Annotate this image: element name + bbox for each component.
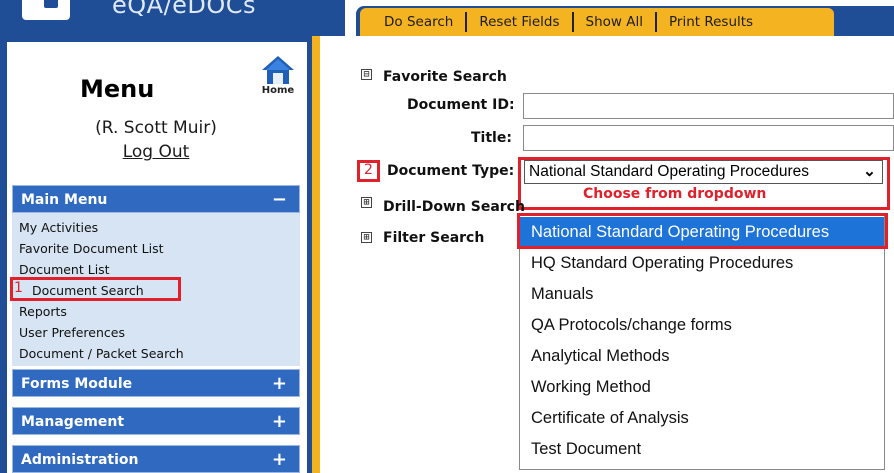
reset-fields-button[interactable]: Reset Fields [467, 12, 574, 32]
menu-item-user-preferences[interactable]: User Preferences [12, 322, 300, 343]
section-management[interactable]: Management + [12, 407, 300, 435]
toolbar: Do Search Reset Fields Show All Print Re… [360, 8, 834, 36]
menu-item-document-packet-search[interactable]: Document / Packet Search [12, 343, 300, 364]
dropdown-option[interactable]: Certificate of Analysis [520, 403, 884, 433]
favorite-search-label: Favorite Search [383, 69, 507, 85]
document-type-label: Document Type: [387, 163, 515, 179]
section-main-menu[interactable]: Main Menu − [12, 185, 300, 213]
section-label: Forms Module [21, 376, 133, 392]
menu-item-favorite-document-list[interactable]: Favorite Document List [12, 238, 300, 259]
top-banner: eQA/eDOCs [0, 0, 345, 36]
document-id-field[interactable] [523, 93, 894, 119]
pane-divider[interactable] [312, 36, 320, 473]
expand-icon: + [271, 411, 287, 432]
dropdown-option[interactable]: Working Method [520, 372, 884, 402]
collapse-icon[interactable]: ⊟ [361, 69, 372, 80]
document-id-label: Document ID: [407, 97, 515, 113]
section-forms-module[interactable]: Forms Module + [12, 369, 300, 397]
expand-icon: + [271, 449, 287, 470]
logout-link[interactable]: Log Out [0, 142, 312, 162]
do-search-button[interactable]: Do Search [372, 12, 468, 32]
selected-option-highlight [517, 213, 888, 249]
section-label: Management [21, 414, 125, 430]
dropdown-option[interactable]: Analytical Methods [520, 341, 884, 371]
dropdown-option[interactable]: Manuals [520, 279, 884, 309]
menu-item-my-activities[interactable]: My Activities [12, 217, 300, 238]
dropdown-option[interactable]: QA Protocols/change forms [520, 310, 884, 340]
app-logo [22, 0, 70, 20]
app-title: eQA/eDOCs [112, 0, 257, 19]
home-button[interactable]: Home [258, 55, 298, 96]
expand-icon[interactable]: ⊞ [361, 232, 372, 243]
print-results-button[interactable]: Print Results [657, 12, 765, 32]
home-icon [262, 56, 294, 84]
user-name: (R. Scott Muir) [95, 118, 217, 138]
step-2-number: 2 [364, 162, 373, 178]
home-label: Home [261, 85, 295, 96]
title-label: Title: [471, 130, 512, 146]
collapse-icon: − [271, 189, 287, 210]
step-1-highlight [10, 277, 181, 301]
menu-title: Menu [80, 75, 155, 103]
section-label: Main Menu [21, 192, 108, 208]
filter-search-label[interactable]: Filter Search [383, 230, 484, 246]
dropdown-option[interactable]: HQ Standard Operating Procedures [520, 248, 884, 278]
document-type-highlight [518, 157, 890, 210]
section-label: Administration [21, 452, 139, 468]
title-field[interactable] [523, 125, 894, 151]
document-type-dropdown: National Standard Operating Procedures H… [519, 214, 885, 470]
expand-icon[interactable]: ⊞ [361, 197, 372, 208]
show-all-button[interactable]: Show All [574, 12, 657, 32]
section-administration[interactable]: Administration + [12, 445, 300, 473]
expand-icon: + [271, 373, 287, 394]
menu-item-reports[interactable]: Reports [12, 301, 300, 322]
dropdown-option[interactable]: Test Document [520, 434, 884, 464]
drilldown-search-label[interactable]: Drill-Down Search [383, 199, 525, 215]
